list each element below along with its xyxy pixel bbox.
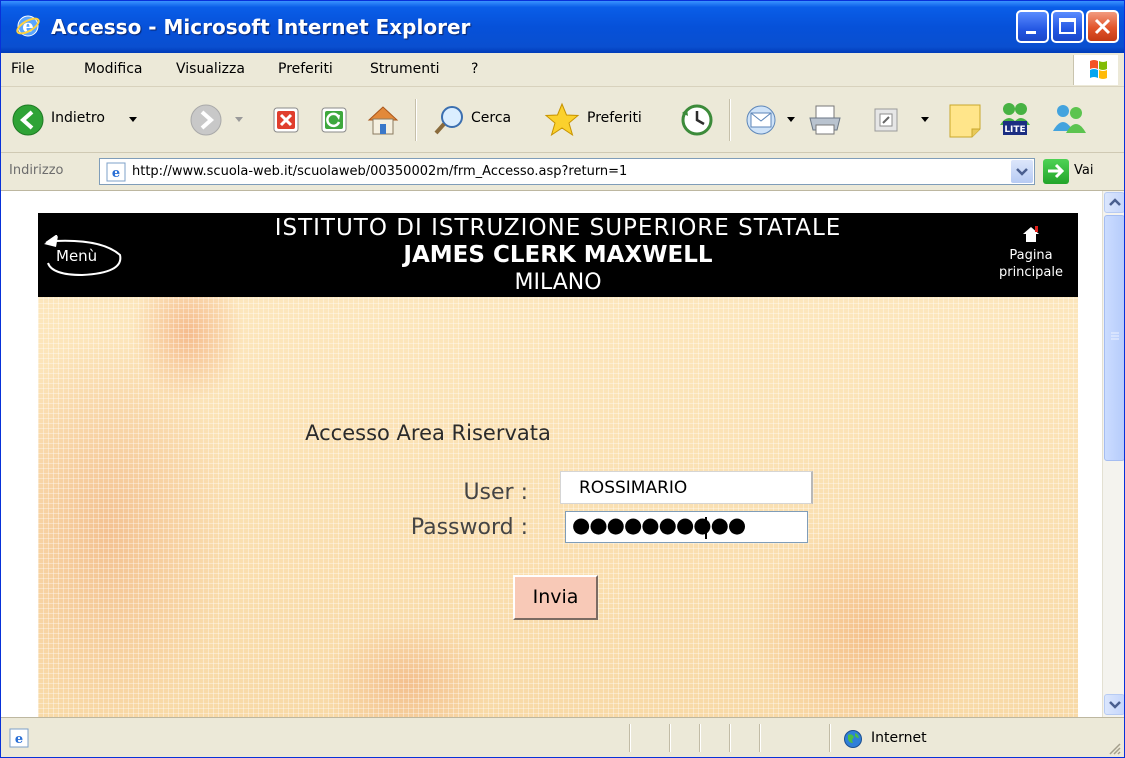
maximize-button[interactable]: [1051, 10, 1084, 43]
user-label: User :: [463, 480, 528, 505]
forward-button[interactable]: [187, 87, 251, 153]
maximize-icon: [1059, 18, 1076, 34]
refresh-button[interactable]: [319, 87, 351, 153]
notes-button[interactable]: [945, 87, 985, 153]
scroll-thumb[interactable]: [1104, 215, 1124, 461]
print-icon: [809, 105, 841, 135]
print-button[interactable]: [805, 87, 845, 153]
user-value: ROSSIMARIO: [579, 478, 688, 498]
search-button[interactable]: Cerca: [431, 87, 531, 153]
address-bar: Indirizzo e http://www.scuola-web.it/scu…: [1, 153, 1124, 191]
edit-icon: [874, 108, 898, 132]
minimize-icon: [1026, 31, 1036, 34]
resize-grip-icon[interactable]: [1106, 740, 1122, 756]
toolbar: Indietro Cerca Preferiti LITE: [1, 87, 1124, 153]
home-icon: [367, 106, 399, 135]
refresh-icon: [321, 107, 347, 133]
menu-modifica[interactable]: Modifica: [84, 61, 143, 77]
svg-text:e: e: [15, 732, 23, 747]
forward-arrow-icon: [190, 104, 222, 136]
go-button[interactable]: [1043, 159, 1069, 184]
password-input[interactable]: ●●●●●●●●●●: [565, 511, 808, 543]
menu-visualizza[interactable]: Visualizza: [176, 61, 245, 77]
search-icon: [434, 106, 463, 135]
home-button[interactable]: [363, 87, 403, 153]
close-icon: [1094, 18, 1111, 35]
back-button[interactable]: Indietro: [9, 87, 149, 153]
school-city: MILANO: [514, 270, 602, 295]
menu-preferiti[interactable]: Preferiti: [278, 61, 333, 77]
address-label: Indirizzo: [9, 163, 64, 178]
browser-window: e Accesso - Microsoft Internet Explorer …: [0, 0, 1125, 758]
go-label[interactable]: Vai: [1074, 163, 1093, 178]
security-zone: Internet: [871, 730, 927, 746]
history-icon: [681, 104, 713, 136]
ie-icon: e: [16, 15, 40, 37]
chevron-down-icon: [1109, 701, 1121, 709]
home-page-link[interactable]: Pagina principale: [984, 219, 1078, 291]
text-caret: [705, 517, 707, 539]
stop-button[interactable]: [271, 87, 303, 153]
chevron-down-icon: [129, 117, 137, 122]
user-input[interactable]: ROSSIMARIO: [560, 471, 813, 504]
password-label: Password :: [410, 515, 528, 540]
svg-text:LITE: LITE: [1004, 125, 1025, 135]
school-banner: Menù ISTITUTO DI ISTRUZIONE SUPERIORE ST…: [38, 213, 1078, 297]
windows-logo-icon: [1073, 55, 1118, 85]
edit-button[interactable]: [869, 87, 935, 153]
address-input[interactable]: e http://www.scuola-web.it/scuolaweb/003…: [99, 158, 1035, 185]
menu-file[interactable]: File: [11, 61, 34, 77]
history-button[interactable]: [677, 87, 717, 153]
form-title: Accesso Area Riservata: [305, 421, 551, 445]
school-name: JAMES CLERK MAXWELL: [403, 242, 713, 268]
globe-icon: [844, 730, 862, 748]
submit-button[interactable]: Invia: [513, 575, 598, 620]
chevron-up-icon: [1109, 198, 1121, 206]
scroll-up-button[interactable]: [1104, 192, 1124, 213]
chevron-down-icon: [921, 117, 929, 122]
mail-button[interactable]: [743, 87, 801, 153]
go-arrow-icon: [1048, 163, 1065, 179]
page-viewport: Menù ISTITUTO DI ISTRUZIONE SUPERIORE ST…: [1, 191, 1102, 717]
favorites-button[interactable]: Preferiti: [543, 87, 673, 153]
chevron-down-icon: [1016, 168, 1028, 176]
menu-bar: File Modifica Visualizza Preferiti Strum…: [1, 53, 1124, 87]
address-url: http://www.scuola-web.it/scuolaweb/00350…: [132, 164, 628, 179]
scroll-down-button[interactable]: [1104, 694, 1124, 715]
svg-text:e: e: [112, 166, 120, 181]
vertical-scrollbar[interactable]: [1102, 191, 1124, 717]
menu-help[interactable]: ?: [471, 61, 478, 77]
status-bar: e Internet: [1, 717, 1124, 757]
home-icon: [1023, 226, 1039, 242]
star-icon: [544, 102, 580, 137]
messenger-button[interactable]: [1047, 87, 1091, 153]
login-page: Menù ISTITUTO DI ISTRUZIONE SUPERIORE ST…: [38, 213, 1078, 717]
back-arrow-icon: [12, 104, 44, 136]
title-bar: e Accesso - Microsoft Internet Explorer: [1, 1, 1124, 53]
page-status-icon: e: [9, 728, 29, 748]
grip-icon: [1111, 332, 1119, 340]
menu-strumenti[interactable]: Strumenti: [370, 61, 440, 77]
messenger-lite-icon: LITE: [1000, 103, 1030, 135]
school-type: ISTITUTO DI ISTRUZIONE SUPERIORE STATALE: [274, 215, 842, 241]
sticky-note-icon: [949, 104, 981, 138]
window-title: Accesso - Microsoft Internet Explorer: [51, 15, 471, 39]
stop-icon: [273, 107, 299, 133]
mail-icon: [746, 105, 776, 135]
password-value: ●●●●●●●●●●: [572, 513, 746, 537]
address-dropdown-button[interactable]: [1011, 160, 1033, 183]
messenger-icon: [1053, 105, 1086, 133]
close-button[interactable]: [1086, 10, 1119, 43]
messenger-lite-button[interactable]: LITE: [995, 87, 1035, 153]
chevron-down-icon: [235, 117, 243, 122]
chevron-down-icon: [787, 117, 795, 122]
minimize-button[interactable]: [1016, 10, 1049, 43]
ie-page-icon: e: [106, 162, 126, 182]
